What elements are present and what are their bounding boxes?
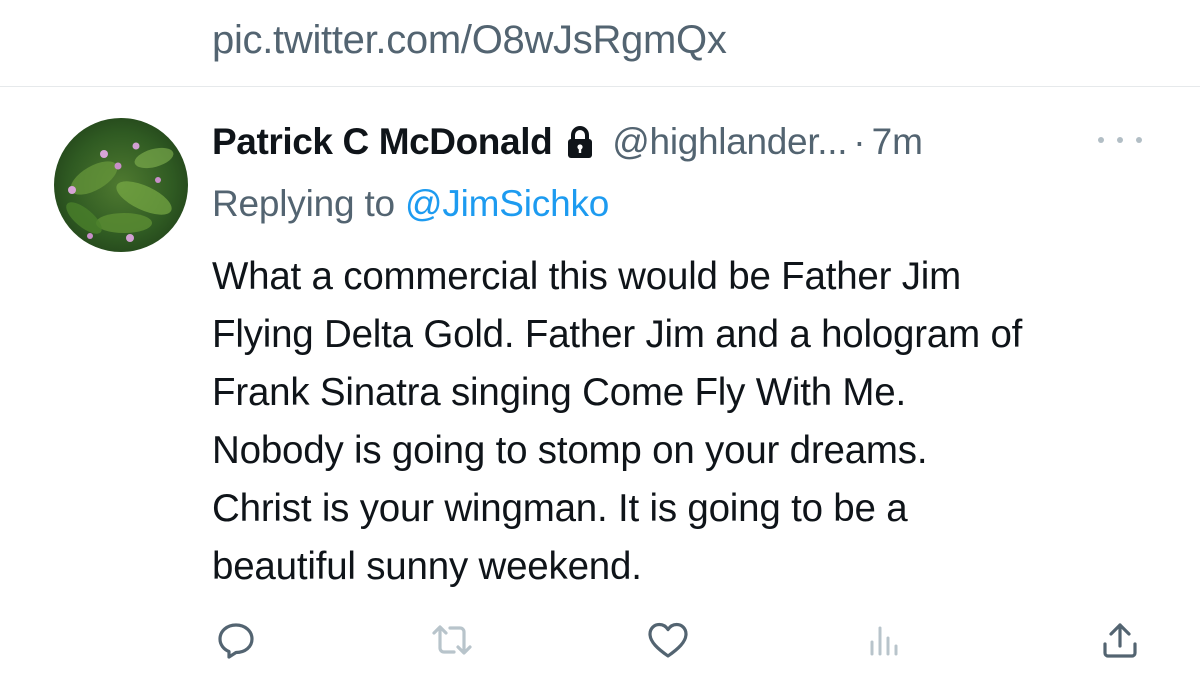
- separator-dot: ·: [853, 121, 866, 162]
- lock-icon: [566, 125, 594, 159]
- tweet-text-line: Nobody is going to stomp on your dreams.: [212, 429, 928, 472]
- avatar[interactable]: [54, 118, 188, 252]
- tweet-text-line: beautiful sunny weekend.: [212, 545, 642, 588]
- tweet-timestamp[interactable]: 7m: [872, 121, 923, 163]
- reply-icon[interactable]: [212, 616, 260, 664]
- action-bar: [0, 612, 1200, 668]
- tweet-body: What a commercial this would be Father J…: [212, 248, 1172, 596]
- author-name[interactable]: Patrick C McDonald: [212, 121, 553, 163]
- tweet-text-line: What a commercial this would be Father J…: [212, 255, 962, 298]
- replying-to-label: Replying to: [212, 183, 405, 224]
- tweet-text-line: Flying Delta Gold. Father Jim and a holo…: [212, 313, 1023, 356]
- share-icon[interactable]: [1096, 616, 1144, 664]
- more-icon[interactable]: [1098, 128, 1142, 152]
- tweet-text-line: Christ is your wingman. It is going to b…: [212, 487, 908, 530]
- tweet-header: Patrick C McDonald @highlander... · 7m: [212, 116, 923, 168]
- views-icon[interactable]: [860, 616, 908, 664]
- replying-to-mention[interactable]: @JimSichko: [405, 183, 609, 224]
- author-handle[interactable]: @highlander...: [612, 121, 847, 163]
- replying-to-line: Replying to @JimSichko: [212, 178, 609, 230]
- retweet-icon[interactable]: [428, 616, 476, 664]
- tweet-divider: [0, 86, 1200, 87]
- previous-tweet-link[interactable]: pic.twitter.com/O8wJsRgmQx: [212, 14, 727, 66]
- like-icon[interactable]: [644, 616, 692, 664]
- tweet-text-line: Frank Sinatra singing Come Fly With Me.: [212, 371, 906, 414]
